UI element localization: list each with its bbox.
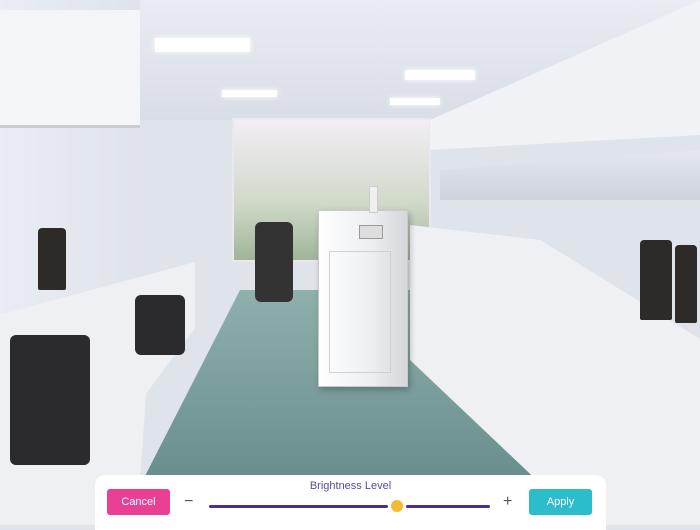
right-shelf [440,150,700,200]
chair [135,295,185,355]
apply-button[interactable]: Apply [529,489,592,515]
bottle [38,228,66,290]
increase-brightness-button[interactable]: + [503,493,512,511]
slider-track-right [406,505,490,508]
bottle [675,245,697,323]
chair [10,335,90,465]
slider-thumb[interactable] [391,500,404,512]
decrease-brightness-button[interactable]: − [184,493,193,511]
ceiling-light [222,90,277,97]
model-door [329,251,391,373]
brightness-slider[interactable] [209,500,490,512]
ceiling-light [405,70,475,80]
ar-3d-model-cabinet[interactable] [318,186,408,387]
left-cabinets [0,10,140,128]
slider-track-left [209,505,389,508]
ceiling-light [390,98,440,105]
cancel-button[interactable]: Cancel [107,489,170,515]
ceiling-light [155,38,250,52]
bottle [640,240,672,320]
chair [255,222,293,302]
brightness-panel: Brightness Level Cancel − + Apply [95,475,606,530]
model-pipe [369,186,378,213]
model-display [359,225,383,239]
